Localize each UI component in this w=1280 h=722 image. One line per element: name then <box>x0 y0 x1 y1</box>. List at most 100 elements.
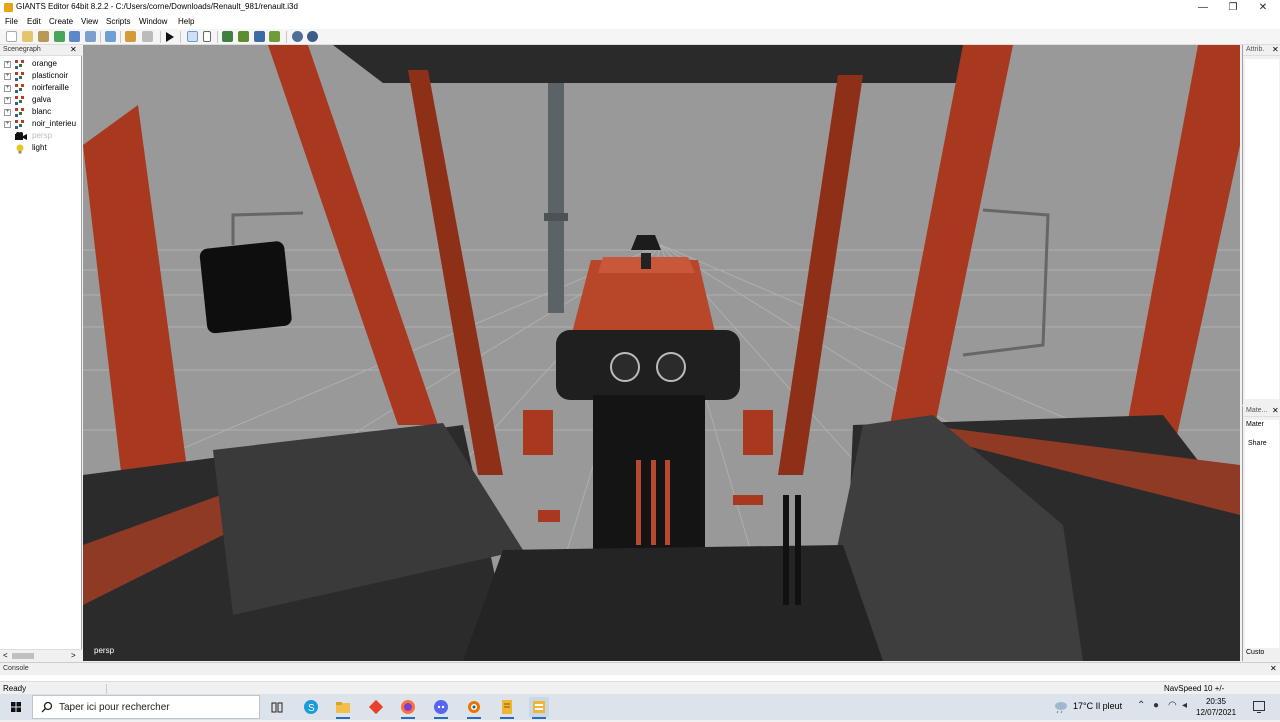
skype-icon[interactable]: S <box>301 697 321 717</box>
scenegraph-node[interactable]: + plasticnoir <box>0 70 82 82</box>
attributes-header: Attrib. ✕ <box>1243 45 1280 56</box>
close-button[interactable]: ✕ <box>1248 0 1278 15</box>
share-label: Share <box>1248 440 1267 447</box>
firefox-icon[interactable] <box>398 697 418 719</box>
window-title: GIANTS Editor 64bit 8.2.2 - C:/Users/cor… <box>16 2 298 11</box>
navspeed-indicator: NavSpeed 10 +/- <box>1164 684 1225 693</box>
scenegraph-node[interactable]: + galva <box>0 94 82 106</box>
transform-group-icon <box>15 72 25 81</box>
notepad-icon[interactable] <box>497 697 517 719</box>
light-bulb-icon <box>15 144 25 154</box>
scrollbar-thumb[interactable] <box>12 653 34 659</box>
windows-taskbar: Taper ici pour rechercher S 17°C Il pleu… <box>0 694 1280 720</box>
foliage-icon[interactable] <box>254 31 265 42</box>
scenegraph-node-label: light <box>32 143 47 152</box>
taskbar-search-box[interactable]: Taper ici pour rechercher <box>32 695 260 719</box>
camera-icon[interactable] <box>307 31 318 42</box>
tree-expander-icon[interactable]: + <box>4 73 11 80</box>
select-icon[interactable] <box>187 31 198 42</box>
menu-help[interactable]: Help <box>178 17 194 26</box>
new-file-icon[interactable] <box>6 31 17 42</box>
microphone-icon[interactable]: ● <box>1153 700 1159 711</box>
reload-icon[interactable] <box>54 31 65 42</box>
clock-time: 20:35 <box>1205 697 1227 706</box>
redo-icon[interactable] <box>142 31 153 42</box>
giants-editor-icon[interactable] <box>529 697 549 719</box>
scenegraph-node[interactable]: + blanc <box>0 106 82 118</box>
git-icon[interactable] <box>366 697 386 717</box>
material-close-button[interactable]: ✕ <box>1272 406 1279 415</box>
wifi-icon[interactable]: ◠ <box>1168 700 1177 711</box>
tree-expander-icon[interactable]: + <box>4 97 11 104</box>
menu-view[interactable]: View <box>81 17 98 26</box>
toolbar-separator <box>217 31 218 43</box>
file-explorer-icon[interactable] <box>333 697 353 719</box>
move-icon[interactable] <box>203 31 211 42</box>
menu-window[interactable]: Window <box>139 17 167 26</box>
3d-viewport[interactable]: persp <box>83 45 1240 661</box>
camera-icon <box>15 132 27 141</box>
tree-expander-icon[interactable]: + <box>4 61 11 68</box>
taskbar-clock[interactable]: 20:35 12/07/2021 <box>1196 696 1236 718</box>
maximize-button[interactable]: ❐ <box>1218 0 1248 15</box>
attributes-body <box>1245 59 1279 399</box>
giants-app-icon <box>4 3 13 12</box>
scenegraph-node[interactable]: light <box>0 142 82 154</box>
menu-edit[interactable]: Edit <box>27 17 41 26</box>
spline-icon[interactable] <box>269 31 280 42</box>
transform-group-icon <box>15 96 25 105</box>
discord-icon[interactable] <box>431 697 451 719</box>
tree-expander-icon[interactable]: + <box>4 109 11 116</box>
start-button[interactable] <box>0 694 32 720</box>
status-text: Ready <box>3 684 27 693</box>
menu-scripts[interactable]: Scripts <box>106 17 130 26</box>
tab-material[interactable]: Mater <box>1246 421 1264 428</box>
menu-file[interactable]: File <box>5 17 18 26</box>
terrain-icon[interactable] <box>222 31 233 42</box>
console-header: Console ✕ <box>0 662 1280 675</box>
blender-icon[interactable] <box>464 697 484 719</box>
scenegraph-header: Scenegraph ✕ <box>0 45 82 56</box>
tree-expander-icon[interactable]: + <box>4 121 11 128</box>
scenegraph-close-button[interactable]: ✕ <box>70 45 77 54</box>
transform-group-icon <box>15 60 25 69</box>
notification-icon[interactable] <box>1252 700 1266 714</box>
minimize-button[interactable]: — <box>1188 0 1218 15</box>
play-icon[interactable] <box>166 32 174 42</box>
title-bar: GIANTS Editor 64bit 8.2.2 - C:/Users/cor… <box>0 0 1280 15</box>
viewport-camera-label: persp <box>94 646 115 655</box>
custom-tab[interactable]: Custo <box>1246 649 1264 656</box>
export-icon[interactable] <box>85 31 96 42</box>
open-icon[interactable] <box>22 31 33 42</box>
scenegraph-node[interactable]: + noir_interieu <box>0 118 82 130</box>
scenegraph-title: Scenegraph <box>3 46 41 53</box>
scenegraph-node-label: orange <box>32 59 57 68</box>
attributes-close-button[interactable]: ✕ <box>1272 45 1279 54</box>
scenegraph-node[interactable]: + noirferaille <box>0 82 82 94</box>
task-view-icon[interactable] <box>267 697 287 717</box>
tree-expander-icon[interactable]: + <box>4 85 11 92</box>
toolbar-separator <box>120 31 121 43</box>
scenegraph-node-label: galva <box>32 95 52 104</box>
refresh-icon[interactable] <box>105 31 116 42</box>
scenegraph-node[interactable]: persp <box>0 130 82 142</box>
undo-icon[interactable] <box>125 31 136 42</box>
scenegraph-node-label: plasticnoir <box>32 71 69 80</box>
settings-icon[interactable] <box>292 31 303 42</box>
console-close-button[interactable]: ✕ <box>1270 664 1277 673</box>
chevron-up-icon[interactable]: ⌃ <box>1137 700 1145 711</box>
search-placeholder: Taper ici pour rechercher <box>59 702 170 713</box>
material-header: Mate... ✕ <box>1243 406 1280 417</box>
scroll-right-arrow[interactable]: > <box>71 651 76 660</box>
volume-icon[interactable]: ◂ <box>1182 700 1187 711</box>
menu-create[interactable]: Create <box>49 17 73 26</box>
scenegraph-horizontal-scrollbar[interactable]: < > <box>0 649 82 661</box>
paint-icon[interactable] <box>238 31 249 42</box>
save-as-icon[interactable] <box>69 31 80 42</box>
weather-widget[interactable]: 17°C Il pleut <box>1073 701 1122 711</box>
scroll-left-arrow[interactable]: < <box>3 651 8 660</box>
status-separator <box>106 684 107 694</box>
toolbar-separator <box>100 31 101 43</box>
scenegraph-node[interactable]: + orange <box>0 58 82 70</box>
save-icon[interactable] <box>38 31 49 42</box>
